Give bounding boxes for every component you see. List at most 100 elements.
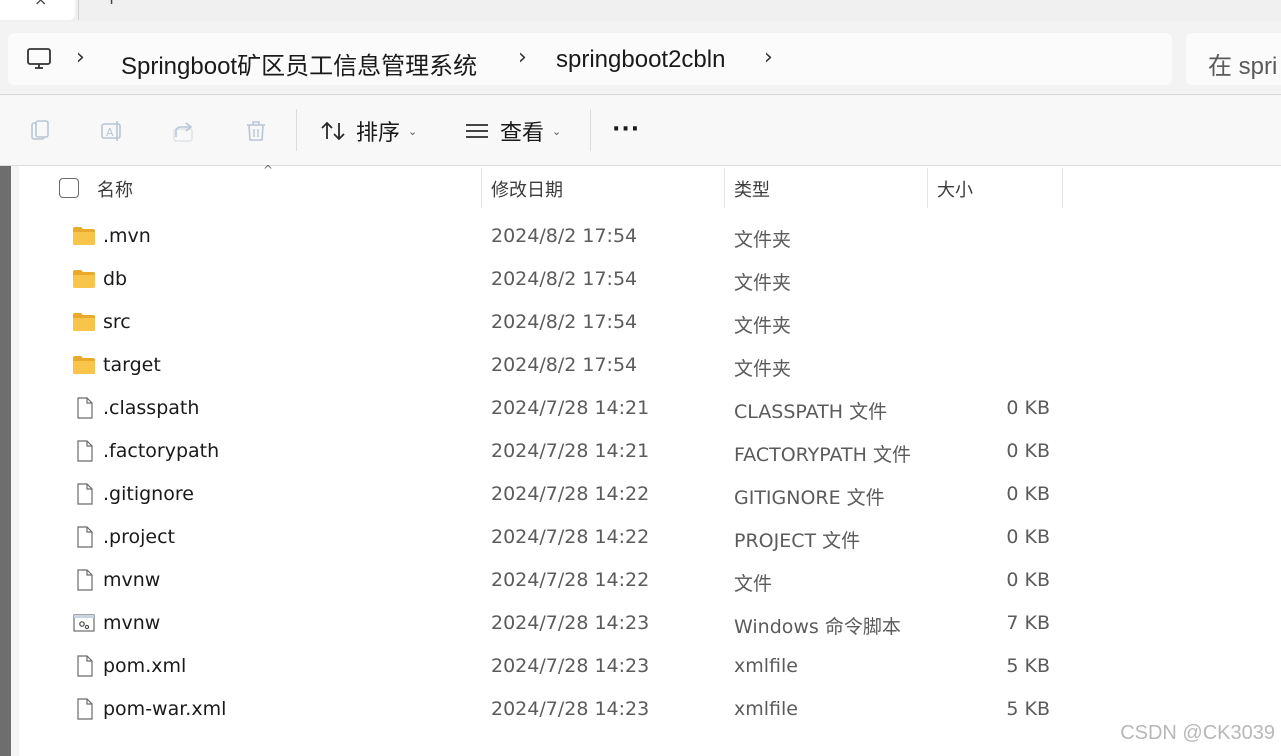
sort-ascending-icon: ^ (263, 163, 274, 177)
copy-icon[interactable] (28, 119, 52, 143)
tab-strip: × + (0, 0, 1281, 22)
new-tab-icon[interactable]: + (104, 0, 119, 9)
toolbar-divider (590, 109, 591, 151)
file-icon (77, 440, 93, 462)
select-all-checkbox[interactable] (59, 178, 79, 198)
file-icon (77, 698, 93, 720)
breadcrumb-item-project[interactable]: Springboot矿区员工信息管理系统 (121, 46, 477, 81)
file-modified-date: 2024/7/28 14:23 (491, 612, 650, 634)
file-type: FACTORYPATH 文件 (734, 444, 911, 466)
computer-icon[interactable] (26, 47, 52, 71)
watermark: CSDN @CK3039 (1120, 722, 1275, 744)
file-name: .project (103, 526, 175, 548)
file-modified-date: 2024/8/2 17:54 (491, 268, 638, 290)
chevron-down-icon: ⌄ (552, 124, 562, 138)
close-tab-icon[interactable]: × (34, 0, 47, 9)
sort-icon (321, 121, 345, 141)
breadcrumb-item-folder[interactable]: springboot2cbln (556, 46, 725, 74)
file-type: CLASSPATH 文件 (734, 401, 888, 423)
column-divider[interactable] (1062, 168, 1063, 208)
file-row[interactable]: pom-war.xml 2024/7/28 14:23 xmlfile 5 KB (60, 688, 1060, 731)
file-size: 5 KB (1006, 698, 1050, 720)
pane-splitter[interactable] (11, 166, 19, 756)
chevron-down-icon: ⌄ (408, 124, 418, 138)
file-type: 文件夹 (734, 272, 792, 294)
file-modified-date: 2024/7/28 14:21 (491, 440, 650, 462)
toolbar-divider (296, 109, 297, 151)
active-tab[interactable]: × (0, 0, 75, 20)
column-header-row: 名称 修改日期 类型 大小 (0, 166, 1281, 208)
cmd-script-icon (73, 614, 95, 632)
search-placeholder: 在 spri (1208, 53, 1278, 80)
address-row: › Springboot矿区员工信息管理系统 › springboot2cbln… (0, 22, 1281, 95)
file-size: 7 KB (1006, 612, 1050, 634)
chevron-right-icon[interactable]: › (76, 45, 85, 70)
file-name: .factorypath (103, 440, 220, 462)
view-list-icon (466, 124, 488, 138)
tab-divider (78, 0, 79, 20)
file-size: 0 KB (1006, 440, 1050, 462)
view-button[interactable]: 查看 ⌄ (464, 113, 561, 149)
file-icon (77, 483, 93, 505)
file-name: mvnw (103, 612, 161, 634)
folder-row[interactable]: db 2024/8/2 17:54 文件夹 (60, 258, 1060, 301)
file-name: .mvn (103, 225, 151, 247)
file-icon (77, 526, 93, 548)
column-header-size[interactable]: 大小 (937, 176, 973, 202)
column-header-name[interactable]: 名称 (97, 176, 133, 202)
file-icon (77, 655, 93, 677)
svg-text:A: A (106, 126, 114, 139)
file-row[interactable]: .project 2024/7/28 14:22 PROJECT 文件 0 KB (60, 516, 1060, 559)
sort-button[interactable]: 排序 ⌄ (320, 113, 417, 149)
more-options-button[interactable]: ··· (612, 117, 640, 142)
file-row[interactable]: .gitignore 2024/7/28 14:22 GITIGNORE 文件 0 K… (60, 473, 1060, 516)
file-modified-date: 2024/7/28 14:22 (491, 483, 650, 505)
file-type: 文件夹 (734, 229, 792, 251)
file-size: 0 KB (1006, 569, 1050, 591)
view-label: 查看 (500, 121, 545, 146)
file-row[interactable]: pom.xml 2024/7/28 14:23 xmlfile 5 KB (60, 645, 1060, 688)
file-row[interactable]: .factorypath 2024/7/28 14:21 FACTORYPATH 文… (60, 430, 1060, 473)
column-divider[interactable] (481, 168, 482, 208)
folder-row[interactable]: src 2024/8/2 17:54 文件夹 (60, 301, 1060, 344)
file-type: 文件 (734, 573, 773, 595)
file-name: pom-war.xml (103, 698, 227, 720)
folder-icon (73, 270, 95, 288)
file-row[interactable]: mvnw 2024/7/28 14:23 Windows 命令脚本 7 KB (60, 602, 1060, 645)
navigation-pane-edge (0, 166, 11, 756)
file-modified-date: 2024/7/28 14:23 (491, 655, 650, 677)
file-name: .classpath (103, 397, 200, 419)
file-size: 5 KB (1006, 655, 1050, 677)
folder-row[interactable]: .mvn 2024/8/2 17:54 文件夹 (60, 215, 1060, 258)
file-type: xmlfile (734, 698, 798, 720)
file-size: 0 KB (1006, 483, 1050, 505)
command-bar: A 排序 ⌄ 查看 ⌄ ··· (0, 95, 1281, 165)
file-modified-date: 2024/7/28 14:22 (491, 569, 650, 591)
column-header-type[interactable]: 类型 (734, 176, 770, 202)
folder-row[interactable]: target 2024/8/2 17:54 文件夹 (60, 344, 1060, 387)
folder-icon (73, 227, 95, 245)
column-divider[interactable] (724, 168, 725, 208)
file-type: Windows 命令脚本 (734, 616, 901, 638)
column-divider[interactable] (927, 168, 928, 208)
file-row[interactable]: .classpath 2024/7/28 14:21 CLASSPATH 文件 0 K… (60, 387, 1060, 430)
file-modified-date: 2024/7/28 14:22 (491, 526, 650, 548)
delete-icon[interactable] (244, 119, 268, 143)
file-row[interactable]: mvnw 2024/7/28 14:22 文件 0 KB (60, 559, 1060, 602)
file-modified-date: 2024/8/2 17:54 (491, 311, 638, 333)
file-name: pom.xml (103, 655, 187, 677)
share-icon[interactable] (172, 119, 196, 143)
address-bar[interactable]: › Springboot矿区员工信息管理系统 › springboot2cbln… (8, 33, 1172, 85)
sort-label: 排序 (356, 121, 401, 146)
chevron-right-icon[interactable]: › (518, 45, 527, 70)
rename-icon[interactable]: A (100, 119, 124, 143)
file-name: target (103, 354, 161, 376)
file-icon (77, 569, 93, 591)
folder-icon (73, 356, 95, 374)
search-box[interactable]: 在 spri (1186, 33, 1281, 85)
column-header-modified[interactable]: 修改日期 (491, 176, 563, 202)
chevron-right-icon[interactable]: › (764, 45, 773, 70)
file-name: db (103, 268, 128, 290)
file-name: mvnw (103, 569, 161, 591)
file-name: src (103, 311, 131, 333)
